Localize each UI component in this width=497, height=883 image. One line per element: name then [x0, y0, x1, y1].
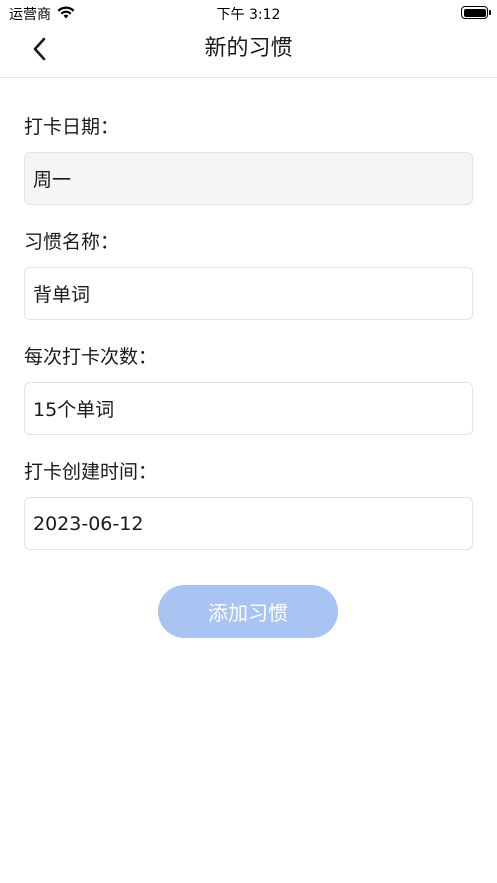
times-per-checkin-label: 每次打卡次数：: [24, 346, 158, 368]
checkin-day-group: 打卡日期： 周一: [24, 112, 473, 205]
created-time-label: 打卡创建时间：: [24, 461, 158, 483]
habit-name-group: 习惯名称：: [24, 227, 473, 320]
status-bar: 运营商 下午 3:12: [0, 0, 497, 26]
created-time-input[interactable]: [24, 497, 473, 550]
habit-name-label: 习惯名称：: [24, 231, 120, 253]
battery-fill: [463, 8, 486, 17]
page-title: 新的习惯: [204, 36, 293, 61]
created-time-group: 打卡创建时间：: [24, 457, 473, 550]
times-per-checkin-input[interactable]: [24, 382, 473, 435]
battery-icon: [461, 6, 491, 19]
add-habit-button[interactable]: 添加习惯: [158, 585, 338, 638]
checkin-day-field: 周一: [24, 152, 473, 205]
checkin-day-label: 打卡日期：: [24, 116, 120, 138]
habit-form: 打卡日期： 周一 习惯名称： 每次打卡次数： 打卡创建时间：: [24, 112, 473, 572]
navigation-bar: 新的习惯: [0, 26, 497, 78]
status-time: 下午 3:12: [216, 7, 281, 23]
times-per-checkin-group: 每次打卡次数：: [24, 342, 473, 435]
add-habit-screen: 运营商 下午 3:12 新的习惯 打卡日期： 周一 习惯名称： 背单词 每次打卡…: [0, 0, 497, 883]
habit-name-input[interactable]: [24, 267, 473, 320]
